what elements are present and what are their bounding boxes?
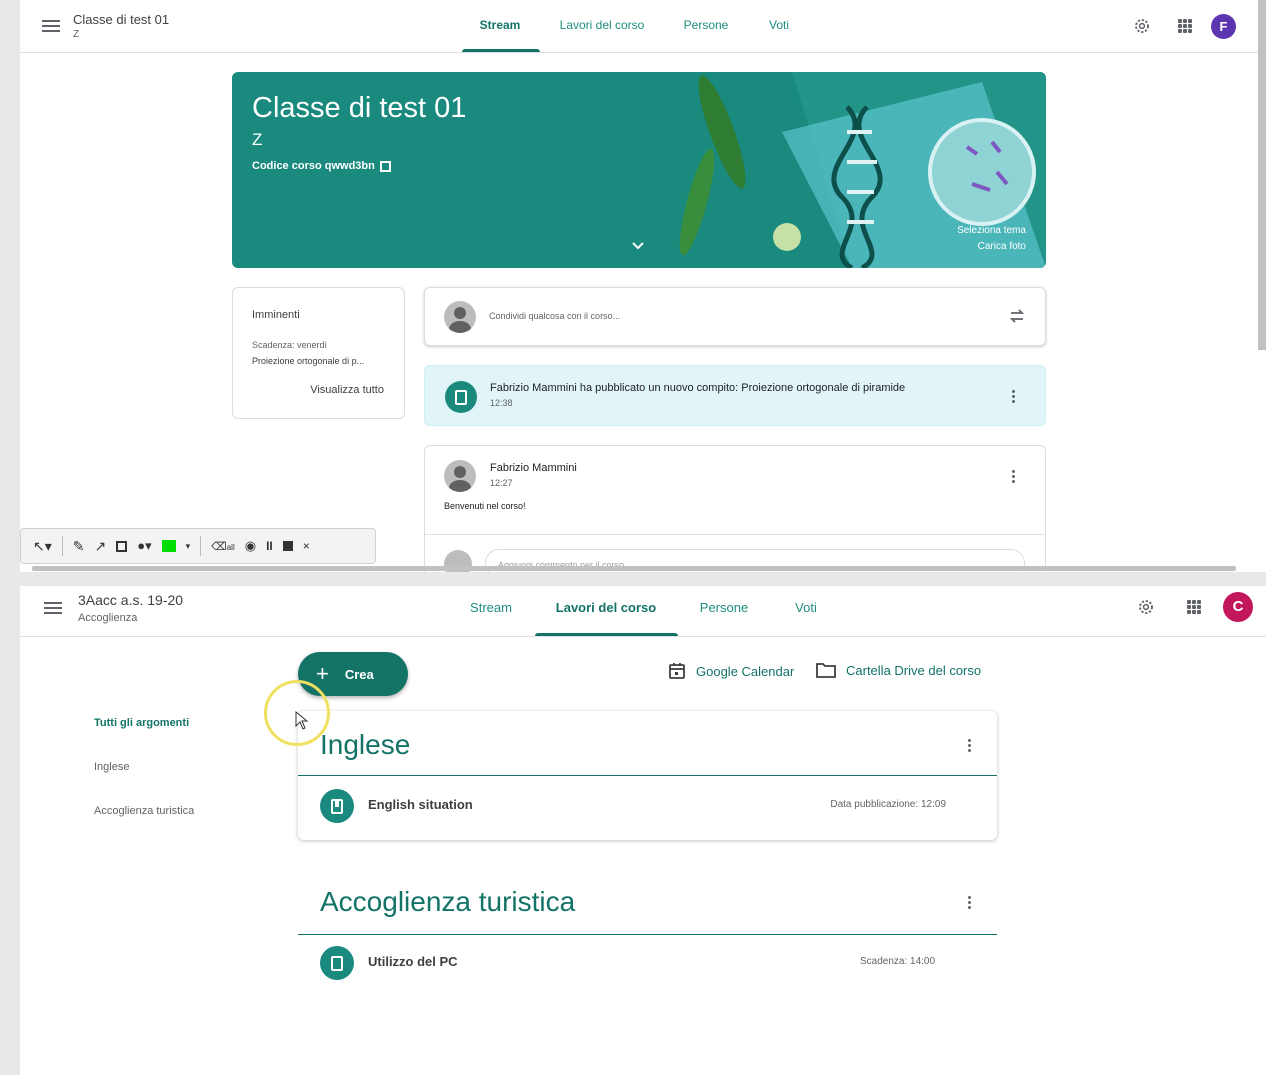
eraser-icon[interactable]: ⌫all bbox=[211, 540, 235, 553]
user-avatar bbox=[444, 301, 476, 333]
upcoming-task[interactable]: Proiezione ortogonale di p... bbox=[252, 356, 364, 366]
folder-icon bbox=[816, 663, 836, 678]
tab-stream[interactable]: Stream bbox=[462, 18, 538, 32]
author-avatar bbox=[444, 460, 476, 492]
upload-photo-link[interactable]: Carica foto bbox=[957, 239, 1026, 255]
assignment-icon bbox=[320, 946, 354, 980]
assignment-post[interactable]: Fabrizio Mammini ha pubblicato un nuovo … bbox=[424, 365, 1046, 426]
menu-icon[interactable] bbox=[42, 20, 60, 32]
share-box[interactable]: Condividi qualcosa con il corso... bbox=[424, 287, 1046, 346]
banner-title: Classe di test 01 bbox=[252, 92, 467, 124]
active-tab-indicator bbox=[462, 49, 540, 52]
pause-icon[interactable]: II bbox=[266, 539, 273, 553]
create-button-label: Crea bbox=[344, 666, 374, 682]
share-placeholder[interactable]: Condividi qualcosa con il corso... bbox=[489, 311, 620, 321]
calendar-icon bbox=[669, 663, 685, 679]
announcement-post: Fabrizio Mammini 12:27 Benvenuti nel cor… bbox=[424, 445, 1046, 572]
post-author: Fabrizio Mammini bbox=[490, 462, 577, 474]
class-code: Codice corso qwwd3bn bbox=[252, 160, 391, 172]
item-published-date: Data pubblicazione: 12:09 bbox=[830, 799, 946, 810]
fullscreen-icon[interactable] bbox=[379, 160, 391, 172]
close-icon[interactable]: × bbox=[303, 539, 310, 553]
chevron-down-icon[interactable] bbox=[632, 242, 644, 250]
stream-window: Classe di test 01 Z Stream Lavori del co… bbox=[20, 0, 1266, 572]
pen-icon[interactable]: ✎ bbox=[73, 538, 85, 555]
apps-grid-icon[interactable] bbox=[1187, 600, 1201, 614]
tab-grades[interactable]: Voti bbox=[788, 600, 824, 615]
horizontal-scrollbar[interactable] bbox=[32, 566, 1236, 571]
topic-nav-inglese[interactable]: Inglese bbox=[94, 761, 129, 773]
classwork-item[interactable]: Utilizzo del PC bbox=[368, 954, 458, 969]
upcoming-card: Imminenti Scadenza: venerdì Proiezione o… bbox=[232, 287, 405, 419]
tab-people[interactable]: Persone bbox=[690, 600, 758, 615]
upcoming-due: Scadenza: venerdì bbox=[252, 340, 328, 350]
item-due-date: Scadenza: 14:00 bbox=[860, 956, 936, 967]
avatar[interactable]: C bbox=[1223, 592, 1253, 622]
tab-classwork[interactable]: Lavori del corso bbox=[535, 600, 677, 615]
assignment-post-text: Fabrizio Mammini ha pubblicato un nuovo … bbox=[490, 382, 906, 394]
class-code-label: Codice corso bbox=[252, 160, 322, 172]
select-theme-link[interactable]: Seleziona tema bbox=[957, 223, 1026, 239]
more-options-icon[interactable] bbox=[968, 896, 972, 909]
arrow-icon[interactable]: ↗ bbox=[95, 538, 107, 555]
menu-icon[interactable] bbox=[44, 602, 62, 614]
topic-title: Accoglienza turistica bbox=[320, 886, 576, 917]
tab-grades[interactable]: Voti bbox=[760, 18, 798, 32]
topic-nav-accoglienza[interactable]: Accoglienza turistica bbox=[94, 805, 194, 817]
post-time: 12:27 bbox=[490, 478, 513, 488]
class-code-value: qwwd3bn bbox=[324, 160, 375, 172]
gear-icon[interactable] bbox=[1133, 17, 1151, 35]
active-tab-indicator bbox=[535, 633, 678, 636]
classwork-item[interactable]: English situation bbox=[368, 797, 473, 812]
stop-icon[interactable] bbox=[282, 541, 293, 551]
highlight-icon[interactable]: ●▾ bbox=[137, 538, 151, 554]
tab-stream[interactable]: Stream bbox=[460, 600, 522, 615]
repost-icon[interactable] bbox=[1009, 308, 1025, 324]
topic-card-inglese: Inglese English situation Data pubblicaz… bbox=[298, 711, 997, 840]
class-banner: Classe di test 01 Z Codice corso qwwd3bn… bbox=[232, 72, 1046, 268]
top-app-bar: Classe di test 01 Z Stream Lavori del co… bbox=[20, 0, 1266, 53]
banner-section: Z bbox=[252, 130, 263, 149]
post-body: Benvenuti nel corso! bbox=[444, 501, 526, 511]
topic-nav-all[interactable]: Tutti gli argomenti bbox=[94, 717, 189, 729]
class-title[interactable]: 3Aacc a.s. 19-20 bbox=[78, 592, 183, 608]
assignment-post-time: 12:38 bbox=[490, 398, 513, 408]
color-swatch[interactable] bbox=[161, 540, 176, 552]
material-icon bbox=[320, 789, 354, 823]
more-options-icon[interactable] bbox=[1012, 470, 1016, 483]
banner-links: Seleziona tema Carica foto bbox=[957, 223, 1026, 255]
topic-title: Inglese bbox=[320, 729, 411, 760]
vertical-scrollbar[interactable] bbox=[1258, 0, 1266, 350]
google-calendar-label: Google Calendar bbox=[696, 663, 795, 679]
class-section: Z bbox=[73, 29, 80, 40]
view-all-link[interactable]: Visualizza tutto bbox=[310, 384, 384, 396]
upcoming-title: Imminenti bbox=[252, 309, 300, 321]
record-icon[interactable]: ◉ bbox=[245, 538, 256, 554]
plus-icon: + bbox=[316, 661, 329, 686]
google-calendar-link[interactable]: Google Calendar bbox=[668, 662, 794, 680]
class-title[interactable]: Classe di test 01 bbox=[73, 12, 169, 27]
tab-classwork[interactable]: Lavori del corso bbox=[550, 18, 654, 32]
avatar[interactable]: F bbox=[1211, 14, 1236, 39]
top-app-bar: 3Aacc a.s. 19-20 Accoglienza Stream Lavo… bbox=[20, 586, 1266, 637]
more-options-icon[interactable] bbox=[1012, 390, 1016, 403]
drive-folder-label: Cartella Drive del corso bbox=[846, 662, 982, 678]
mouse-pointer-icon bbox=[295, 711, 309, 730]
pointer-icon[interactable]: ↖▾ bbox=[33, 538, 52, 555]
more-options-icon[interactable] bbox=[968, 739, 972, 752]
annotation-toolbar: ↖▾ ✎ ↗ ●▾ ▾ ⌫all ◉ II × bbox=[20, 528, 376, 564]
apps-grid-icon[interactable] bbox=[1178, 19, 1192, 33]
rectangle-icon[interactable] bbox=[116, 540, 128, 552]
class-section: Accoglienza bbox=[78, 612, 138, 624]
assignment-icon bbox=[445, 381, 477, 413]
gear-icon[interactable] bbox=[1137, 598, 1155, 616]
tab-people[interactable]: Persone bbox=[672, 18, 740, 32]
drive-folder-link[interactable]: Cartella Drive del corso bbox=[816, 662, 981, 678]
classwork-window: 3Aacc a.s. 19-20 Accoglienza Stream Lavo… bbox=[20, 586, 1266, 1075]
